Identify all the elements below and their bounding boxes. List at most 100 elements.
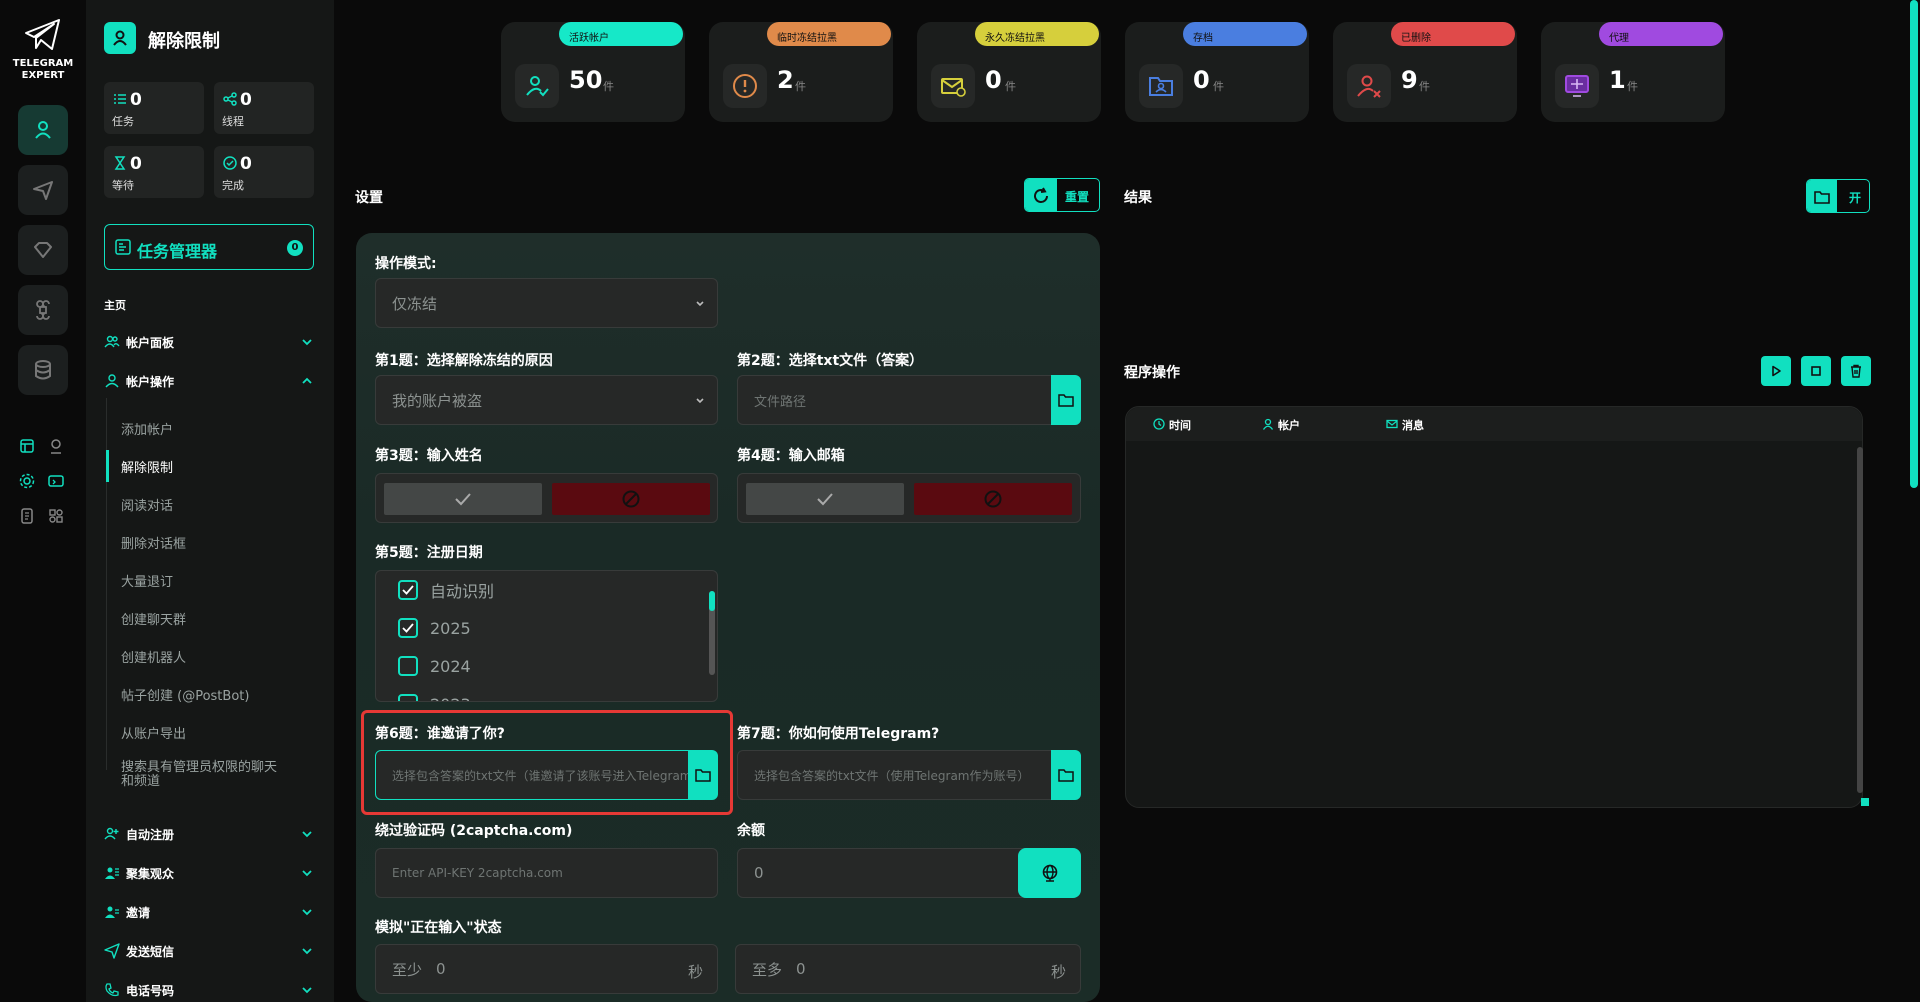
column-message[interactable]: 消息	[1402, 417, 1424, 433]
check-icon	[815, 491, 835, 507]
q4-disable-button[interactable]	[914, 483, 1072, 515]
chevron-down-icon	[693, 394, 707, 408]
stat-threads-value: 0	[240, 90, 252, 110]
typing-max-input[interactable]: 至多 0 秒	[735, 944, 1081, 994]
stat-threads: 0 线程	[214, 82, 314, 134]
captcha-api-key-input[interactable]: Enter API-KEY 2captcha.com	[375, 848, 718, 898]
results-open-button[interactable]: 开	[1806, 179, 1870, 213]
balance-label: 余额	[737, 823, 765, 839]
block-icon	[621, 489, 641, 509]
q7-file-input[interactable]: 选择包含答案的txt文件（使用Telegram作为账号）	[737, 750, 1052, 800]
q4-enable-button[interactable]	[746, 483, 904, 515]
nav-account-panel[interactable]: 帐户面板	[104, 331, 314, 353]
nav-search-admin[interactable]: 搜索具有管理员权限的聊天 和频道	[121, 761, 321, 789]
nav-send-sms[interactable]: 发送短信	[104, 940, 314, 962]
user-icon	[1262, 418, 1274, 430]
q5-option-auto[interactable]: 自动识别	[398, 578, 494, 602]
nav-create-bot[interactable]: 创建机器人	[121, 647, 321, 666]
stat-unit: 件	[1005, 80, 1016, 93]
block-icon	[983, 489, 1003, 509]
phone-icon	[104, 982, 120, 998]
q5-option-label: 2023	[430, 695, 471, 702]
page-scrollbar-thumb[interactable]	[1910, 0, 1918, 488]
reset-button[interactable]: 重置	[1024, 178, 1100, 212]
stat-card-deleted[interactable]: 已删除 9 件	[1333, 22, 1517, 122]
nav-invite[interactable]: 邀请	[104, 901, 314, 923]
stat-card-proxy[interactable]: 代理 1 件	[1541, 22, 1725, 122]
q1-select[interactable]: 我的账户被盗	[375, 375, 718, 425]
share-icon	[222, 91, 238, 107]
gear-icon[interactable]	[18, 472, 36, 490]
stat-card-archive[interactable]: 存档 0 件	[1125, 22, 1309, 122]
q6-file-input[interactable]: 选择包含答案的txt文件（谁邀请了该账号进入Telegram）	[375, 750, 689, 800]
nav-gather-audience[interactable]: 聚集观众	[104, 862, 314, 884]
q5-option-2025[interactable]: 2025	[398, 616, 471, 640]
grid-icon[interactable]	[47, 507, 65, 525]
q3-enable-button[interactable]	[384, 483, 542, 515]
q5-option-2023[interactable]: 2023	[398, 692, 471, 702]
stat-value: 9	[1401, 66, 1418, 94]
q2-browse-button[interactable]	[1051, 375, 1081, 425]
users-icon	[104, 334, 120, 350]
q5-option-2024[interactable]: 2024	[398, 654, 471, 678]
sheet-icon[interactable]	[18, 437, 36, 455]
q7-browse-button[interactable]	[1051, 750, 1081, 800]
start-button[interactable]	[1761, 356, 1791, 386]
stat-unit: 件	[1213, 80, 1224, 93]
balance-check-button[interactable]	[1018, 848, 1081, 898]
typing-min-input[interactable]: 至少 0 秒	[375, 944, 718, 994]
q5-scrollbar-thumb[interactable]	[709, 591, 715, 611]
nav-invite-label: 邀请	[126, 905, 151, 920]
nav-unfreeze[interactable]: 解除限制	[121, 457, 321, 476]
location-icon[interactable]	[47, 437, 65, 455]
nav-home-label: 主页	[104, 299, 126, 312]
clear-log-button[interactable]	[1841, 356, 1871, 386]
stat-card-perm-frozen[interactable]: 永久冻结拉黑 0 件	[917, 22, 1101, 122]
nav-read-dialogs[interactable]: 阅读对话	[121, 495, 321, 514]
nav-auto-register[interactable]: 自动注册	[104, 823, 314, 845]
nav-delete-dialogs[interactable]: 删除对话框	[121, 533, 321, 552]
nav-create-chat[interactable]: 创建聊天群	[121, 609, 321, 628]
q5-label: 第5题：注册日期	[375, 545, 483, 561]
hourglass-icon	[112, 155, 128, 171]
log-scrollbar[interactable]	[1857, 447, 1863, 793]
rail-database-button[interactable]	[18, 345, 68, 395]
stat-badge: 存档	[1183, 22, 1307, 46]
nav-phone[interactable]: 电话号码	[104, 979, 314, 1001]
task-manager-button[interactable]: 任务管理器 0	[104, 224, 314, 270]
rail-accounts-button[interactable]	[18, 105, 68, 155]
rail-command-button[interactable]	[18, 285, 68, 335]
icon-rail: TELEGRAM EXPERT	[0, 0, 86, 1002]
document-icon[interactable]	[18, 507, 36, 525]
stat-badge: 永久冻结拉黑	[975, 22, 1099, 46]
q2-file-input[interactable]: 文件路径	[737, 375, 1052, 425]
min-unit: 秒	[687, 963, 703, 981]
nav-post-create[interactable]: 帖子创建 (@PostBot)	[121, 685, 321, 704]
rail-send-button[interactable]	[18, 165, 68, 215]
sidebar: 解除限制 0 任务 0 线程 0 等待 0 完成 任务管理器 0 主页 帐户面板…	[86, 0, 334, 1002]
nav-add-account[interactable]: 添加帐户	[121, 419, 321, 438]
q6-browse-button[interactable]	[688, 750, 718, 800]
rail-diamond-button[interactable]	[18, 225, 68, 275]
stat-card-temp-frozen[interactable]: 临时冻结拉黑 2 件	[709, 22, 893, 122]
max-unit: 秒	[1050, 963, 1066, 981]
chevron-up-icon	[300, 374, 314, 388]
typing-label: 模拟"正在输入"状态	[375, 920, 502, 936]
check-circle-icon	[222, 155, 238, 171]
mode-select[interactable]: 仅冻结	[375, 278, 718, 328]
code-window-icon[interactable]	[47, 472, 65, 490]
warning-icon	[723, 64, 767, 108]
stop-button[interactable]	[1801, 356, 1831, 386]
column-time[interactable]: 时间	[1169, 417, 1191, 433]
q5-year-list[interactable]: 自动识别 2025 2024 2023	[375, 570, 718, 702]
mode-value: 仅冻结	[392, 294, 438, 313]
q4-label: 第4题：输入邮箱	[737, 448, 845, 464]
nav-export[interactable]: 从账户导出	[121, 723, 321, 742]
stat-card-active[interactable]: 活跃帐户 50 件	[501, 22, 685, 122]
settings-panel: 操作模式: 仅冻结 第1题：选择解除冻结的原因 我的账户被盗 第2题：选择txt…	[356, 233, 1100, 1002]
column-account[interactable]: 帐户	[1278, 417, 1300, 433]
nav-mass-unsubscribe[interactable]: 大量退订	[121, 571, 321, 590]
q3-disable-button[interactable]	[552, 483, 710, 515]
nav-account-ops[interactable]: 帐户操作	[104, 370, 314, 392]
resize-handle[interactable]	[1861, 798, 1869, 806]
